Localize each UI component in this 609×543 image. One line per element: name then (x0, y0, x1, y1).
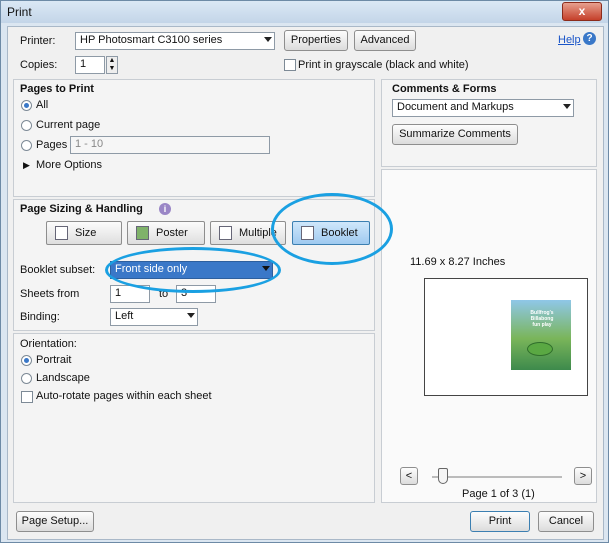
printer-select[interactable]: HP Photosmart C3100 series (75, 32, 275, 50)
size-icon (55, 226, 68, 240)
pages-range-input[interactable]: 1 - 10 (70, 136, 270, 154)
radio-all-label: All (36, 99, 49, 111)
frog-image (527, 342, 553, 356)
autorotate-checkbox[interactable] (21, 391, 33, 403)
booklet-subset-label: Booklet subset: (20, 264, 96, 276)
multiple-icon (219, 226, 232, 240)
help-link[interactable]: Help (558, 34, 581, 46)
radio-portrait-label: Portrait (36, 354, 72, 366)
chevron-down-icon (264, 37, 272, 42)
page-indicator: Page 1 of 3 (1) (462, 488, 535, 500)
comments-forms-group: Comments & Forms Document and Markups Su… (381, 79, 597, 167)
advanced-button[interactable]: Advanced (354, 30, 416, 51)
help-icon[interactable]: ? (583, 32, 596, 45)
pages-group-title: Pages to Print (20, 83, 94, 95)
copies-input[interactable]: 1 (75, 56, 105, 74)
preview-slider-thumb[interactable] (438, 468, 448, 484)
printer-label: Printer: (20, 35, 56, 47)
preview-thumbnail: Bullfrog's Billabong fun play (511, 300, 571, 370)
grayscale-checkbox[interactable] (284, 59, 296, 71)
poster-button[interactable]: Poster (127, 221, 205, 245)
thumb-title-3: fun play (532, 322, 552, 328)
size-button[interactable]: Size (46, 221, 122, 245)
radio-landscape[interactable] (21, 373, 32, 384)
comments-title: Comments & Forms (392, 83, 497, 95)
grayscale-label: Print in grayscale (black and white) (298, 59, 469, 71)
chevron-down-icon (187, 313, 195, 318)
summarize-comments-button[interactable]: Summarize Comments (392, 124, 518, 145)
page-setup-button[interactable]: Page Setup... (16, 511, 94, 532)
radio-landscape-label: Landscape (36, 372, 90, 384)
prev-page-button[interactable]: < (400, 467, 418, 485)
radio-all[interactable] (21, 100, 32, 111)
booklet-highlight-oval (271, 193, 393, 265)
properties-button[interactable]: Properties (284, 30, 348, 51)
radio-portrait[interactable] (21, 355, 32, 366)
binding-label: Binding: (20, 311, 60, 323)
chevron-down-icon (563, 104, 571, 109)
title-bar[interactable]: Print x (1, 1, 608, 23)
binding-select[interactable]: Left (110, 308, 198, 326)
close-button[interactable]: x (562, 2, 602, 21)
radio-pages[interactable] (21, 140, 32, 151)
orientation-title: Orientation: (20, 338, 77, 350)
cancel-button[interactable]: Cancel (538, 511, 594, 532)
size-button-label: Size (75, 227, 97, 239)
preview-slider-track[interactable] (432, 476, 562, 478)
comments-value: Document and Markups (397, 101, 514, 113)
orientation-group: Orientation: Portrait Landscape Auto-rot… (13, 333, 375, 503)
subset-highlight-oval (105, 247, 281, 293)
copies-label: Copies: (20, 59, 58, 71)
sizing-group-title: Page Sizing & Handling (20, 203, 143, 215)
comments-select[interactable]: Document and Markups (392, 99, 574, 117)
preview-page: Bullfrog's Billabong fun play (424, 278, 588, 396)
more-options-toggle[interactable]: More Options (36, 159, 102, 171)
poster-icon (136, 226, 149, 240)
sheets-from-label: Sheets from (20, 288, 80, 300)
radio-current-page-label: Current page (36, 119, 101, 131)
radio-pages-label: Pages (36, 139, 68, 151)
poster-button-label: Poster (156, 227, 188, 239)
printer-value: HP Photosmart C3100 series (80, 34, 223, 46)
triangle-right-icon[interactable]: ▶ (23, 160, 30, 171)
dialog-title: Print (7, 5, 32, 19)
copies-spinner-icon[interactable]: ▲ ▼ (106, 56, 118, 74)
preview-size-label: 11.69 x 8.27 Inches (410, 256, 506, 268)
dialog-body: Printer: HP Photosmart C3100 series Prop… (7, 26, 604, 540)
radio-current-page[interactable] (21, 120, 32, 131)
autorotate-label: Auto-rotate pages within each sheet (36, 390, 212, 402)
info-icon[interactable]: i (159, 203, 171, 215)
preview-panel: 11.69 x 8.27 Inches Bullfrog's Billabong… (381, 169, 597, 503)
next-page-button[interactable]: > (574, 467, 592, 485)
pages-to-print-group: Pages to Print All Current page Pages 1 … (13, 79, 375, 197)
binding-value: Left (115, 310, 134, 322)
print-dialog: Print x Printer: HP Photosmart C3100 ser… (0, 0, 609, 543)
print-button[interactable]: Print (470, 511, 530, 532)
